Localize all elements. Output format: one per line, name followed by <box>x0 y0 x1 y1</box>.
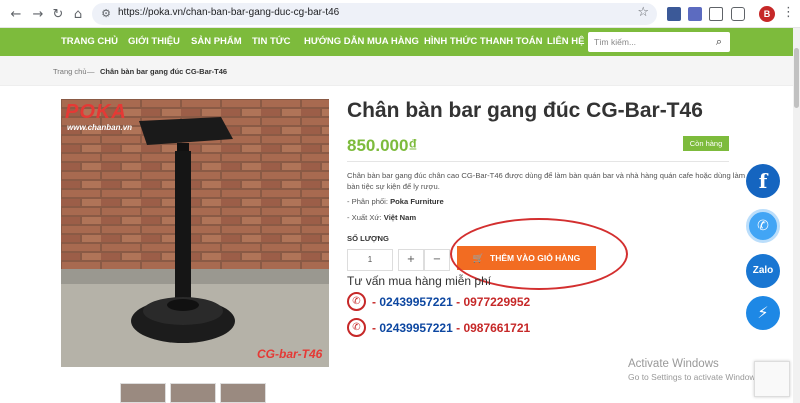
messenger-icon[interactable]: ⚡ <box>746 296 780 330</box>
product-price: 850.000₫ <box>347 136 418 155</box>
site-info-icon[interactable]: ⚙ <box>98 6 114 22</box>
reload-icon[interactable]: ↻ <box>48 4 68 24</box>
quantity-plus-button[interactable]: + <box>398 249 424 271</box>
nav-item-products[interactable]: SẢN PHẨM <box>191 28 242 56</box>
extensions-puzzle-icon[interactable] <box>731 7 745 21</box>
product-thumbnail[interactable] <box>120 383 166 403</box>
free-advice-text: Tư vấn mua hàng miễn phí <box>347 274 492 288</box>
phone-icon: ✆ <box>347 292 366 311</box>
distributor-line: - Phân phối: Poka Furniture <box>347 197 444 206</box>
nav-item-home[interactable]: TRANG CHỦ <box>61 28 118 56</box>
breadcrumb-current: Chân bàn bar gang đúc CG-Bar-T46 <box>100 67 228 76</box>
nav-item-contact[interactable]: LIÊN HỆ <box>547 28 584 56</box>
address-bar[interactable]: ⚙ https://poka.vn/chan-ban-bar-gang-duc-… <box>92 3 657 25</box>
browser-menu-icon[interactable]: ⋮ <box>782 5 795 20</box>
home-icon[interactable]: ⌂ <box>68 4 88 24</box>
phone-number[interactable]: 02439957221 <box>379 295 452 309</box>
screenshot-icon[interactable] <box>709 7 723 21</box>
watermark-title: Activate Windows <box>628 358 719 370</box>
divider <box>347 161 729 162</box>
scrollbar-thumb[interactable] <box>794 48 799 108</box>
product-title: Chân bàn bar gang đúc CG-Bar-T46 <box>347 99 703 122</box>
nav-item-news[interactable]: TIN TỨC <box>252 28 291 56</box>
product-description: Chân bàn bar gang đúc chân cao CG-Bar-T4… <box>347 171 746 191</box>
nav-item-payment[interactable]: HÌNH THỨC THANH TOÁN <box>424 28 543 56</box>
forward-icon[interactable]: → <box>28 4 48 24</box>
url-text[interactable]: https://poka.vn/chan-ban-bar-gang-duc-cg… <box>118 7 339 18</box>
origin-label: - Xuất Xứ: <box>347 213 382 222</box>
breadcrumb: Trang chủ — Chân bàn bar gang đúc CG-Bar… <box>0 56 793 86</box>
main-nav: TRANG CHỦ GIỚI THIỆU SẢN PHẨM TIN TỨC HƯ… <box>0 28 797 56</box>
quantity-input[interactable]: 1 <box>347 249 393 271</box>
search-input[interactable]: Tìm kiếm... ⌕ <box>588 32 730 52</box>
breadcrumb-separator: — <box>87 67 95 76</box>
search-icon[interactable]: ⌕ <box>716 35 722 49</box>
phone-number[interactable]: 02439957221 <box>379 321 452 335</box>
distributor-value: Poka Furniture <box>390 197 444 206</box>
bookmark-star-icon[interactable]: ☆ <box>637 5 649 20</box>
recaptcha-badge[interactable] <box>754 361 790 397</box>
nav-item-about[interactable]: GIỚI THIỆU <box>128 28 180 56</box>
back-icon[interactable]: ← <box>6 4 26 24</box>
quantity-minus-button[interactable]: − <box>424 249 450 271</box>
windows-activation-watermark: Activate Windows Go to Settings to activ… <box>628 358 762 382</box>
watermark-sub: Go to Settings to activate Windows. <box>628 372 763 382</box>
phone-number[interactable]: 0977229952 <box>463 295 530 309</box>
product-thumbnail[interactable] <box>170 383 216 403</box>
product-thumbnail[interactable] <box>220 383 266 403</box>
browser-toolbar: ← → ↻ ⌂ ⚙ https://poka.vn/chan-ban-bar-g… <box>0 0 800 28</box>
image-site-url: www.chanban.vn <box>67 123 133 132</box>
phone-icon: ✆ <box>347 318 366 337</box>
origin-line: - Xuất Xứ: Việt Nam <box>347 213 416 222</box>
extension-icon[interactable] <box>688 7 702 21</box>
search-placeholder: Tìm kiếm... <box>594 37 637 47</box>
breadcrumb-home[interactable]: Trang chủ <box>53 67 87 76</box>
call-icon[interactable]: ✆ <box>746 209 780 243</box>
phone-numbers: - 02439957221 - 0977229952 <box>372 295 531 309</box>
nav-item-buying-guide[interactable]: HƯỚNG DẪN MUA HÀNG <box>304 28 419 56</box>
stock-badge: Còn hàng <box>683 136 729 151</box>
phone-numbers: - 02439957221 - 0987661721 <box>372 321 531 335</box>
distributor-label: - Phân phối: <box>347 197 388 206</box>
image-model-label: CG-bar-T46 <box>257 347 323 361</box>
extension-icon[interactable] <box>667 7 681 21</box>
product-image[interactable]: POKA www.chanban.vn CG-bar-T46 <box>61 99 329 367</box>
facebook-icon[interactable]: f <box>746 164 780 198</box>
zalo-icon[interactable]: Zalo <box>746 254 780 288</box>
page-scrollbar[interactable] <box>793 28 800 403</box>
quantity-label: SỐ LƯỢNG <box>347 234 389 243</box>
origin-value: Việt Nam <box>383 213 417 222</box>
profile-avatar[interactable]: B <box>759 6 775 22</box>
phone-number[interactable]: 0987661721 <box>463 321 530 335</box>
product-photo <box>61 99 329 367</box>
poka-logo: POKA <box>65 101 127 123</box>
